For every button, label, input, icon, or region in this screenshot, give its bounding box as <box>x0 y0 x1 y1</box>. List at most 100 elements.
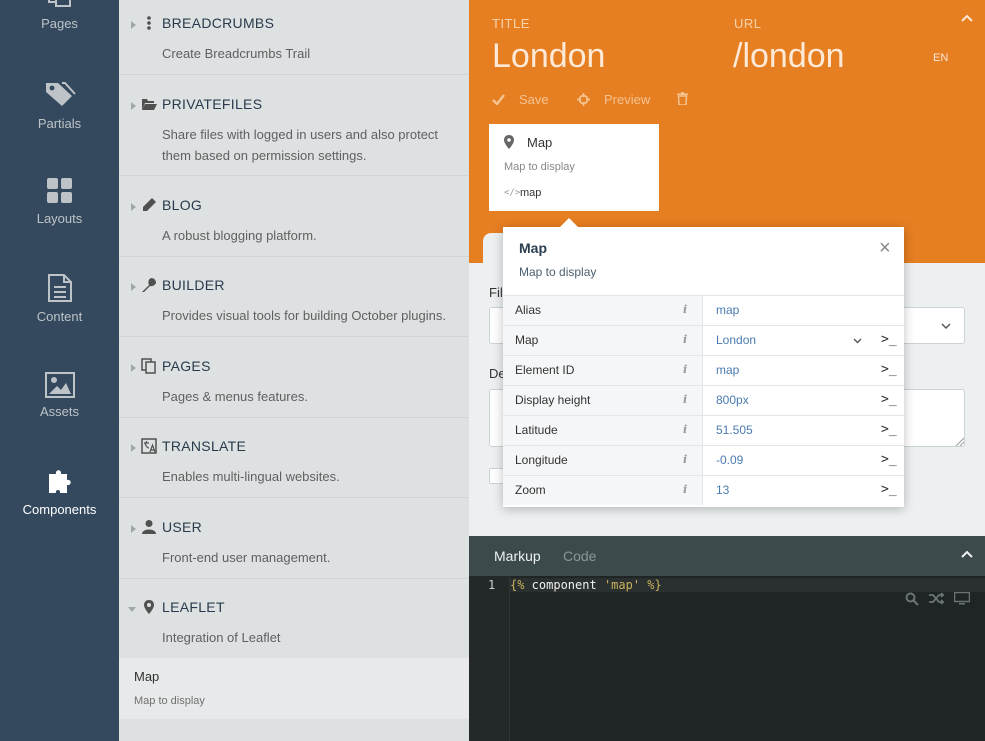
plugin-desc: Enables multi-lingual websites. <box>162 469 340 484</box>
collapse-header-icon[interactable] <box>961 14 973 22</box>
nav-item-partials[interactable]: Partials <box>0 80 119 131</box>
element-id-input[interactable]: map <box>716 363 739 377</box>
dots-vertical-icon <box>147 16 151 30</box>
plugin-desc: Provides visual tools for building Octob… <box>162 308 446 323</box>
nav-label: Components <box>22 502 97 517</box>
save-label: Save <box>519 92 549 107</box>
nav-label: Layouts <box>36 211 83 226</box>
main-nav: Pages Partials Layouts Content Assets Co… <box>0 0 119 741</box>
check-icon <box>492 94 505 105</box>
inspector-table: Alias i map Map i London >_ Element ID i ma… <box>503 295 904 505</box>
plugin-blog[interactable]: BLOG A robust blogging platform. <box>119 197 469 257</box>
plugin-pages[interactable]: PAGES Pages & menus features. <box>119 358 469 418</box>
property-label: Longitude <box>515 453 568 467</box>
expand-caret-icon[interactable] <box>131 102 136 110</box>
search-icon[interactable] <box>905 592 919 606</box>
crosshair-icon <box>577 93 590 106</box>
card-alias: map <box>520 187 542 199</box>
twig-keyword: component <box>524 578 604 592</box>
editor-header: TITLE London URL /london EN Save Preview… <box>469 0 985 263</box>
plugin-name: BLOG <box>162 197 203 213</box>
property-label: Display height <box>515 393 591 407</box>
info-icon[interactable]: i <box>683 333 687 346</box>
inspector-row-element-id: Element ID i map >_ <box>503 355 904 385</box>
plugin-leaflet[interactable]: LEAFLET Integration of Leaflet <box>119 599 469 658</box>
terminal-icon[interactable]: >_ <box>881 422 897 437</box>
map-select[interactable]: London <box>716 333 756 347</box>
inspector-row-longitude: Longitude i -0.09 >_ <box>503 445 904 475</box>
nav-item-pages[interactable]: Pages <box>0 0 119 31</box>
expand-caret-icon[interactable] <box>131 364 136 372</box>
info-icon[interactable]: i <box>683 483 687 496</box>
trash-icon <box>677 92 688 105</box>
expand-caret-icon[interactable] <box>131 444 136 452</box>
url-input[interactable]: /london <box>733 37 845 76</box>
component-name: Map <box>134 669 160 684</box>
map-marker-icon <box>144 600 154 614</box>
latitude-input[interactable]: 51.505 <box>716 423 753 437</box>
close-icon[interactable]: × <box>879 238 891 258</box>
collapse-caret-icon[interactable] <box>128 607 136 612</box>
plugin-privatefiles[interactable]: PRIVATEFILES Share files with logged in … <box>119 96 469 176</box>
property-label: Zoom <box>515 483 546 497</box>
inspector-desc: Map to display <box>519 265 597 279</box>
terminal-icon[interactable]: >_ <box>881 332 897 347</box>
tab-code[interactable]: Code <box>563 548 596 564</box>
zoom-input[interactable]: 13 <box>716 483 729 497</box>
nav-item-assets[interactable]: Assets <box>0 372 119 419</box>
user-icon <box>142 520 156 534</box>
twig-close-tag: %} <box>640 578 662 592</box>
preview-label: Preview <box>604 92 651 107</box>
terminal-icon[interactable]: >_ <box>881 452 897 467</box>
info-icon[interactable]: i <box>683 393 687 406</box>
shuffle-icon[interactable] <box>929 592 944 605</box>
nav-item-layouts[interactable]: Layouts <box>0 177 119 226</box>
nav-item-content[interactable]: Content <box>0 273 119 324</box>
terminal-icon[interactable]: >_ <box>881 392 897 407</box>
title-input[interactable]: London <box>492 37 605 76</box>
code-line-1: {% component 'map' %} <box>510 578 985 592</box>
inspector-row-map: Map i London >_ <box>503 325 904 355</box>
chevron-down-icon <box>941 323 951 330</box>
chevron-down-icon[interactable] <box>853 338 862 344</box>
plugin-builder[interactable]: BUILDER Provides visual tools for buildi… <box>119 277 469 337</box>
language-selector[interactable]: EN <box>933 52 948 64</box>
plugin-name: PAGES <box>162 358 211 374</box>
card-title: Map <box>527 135 553 150</box>
plugin-translate[interactable]: TRANSLATE Enables multi-lingual websites… <box>119 438 469 498</box>
inspector-row-display-height: Display height i 800px >_ <box>503 385 904 415</box>
expand-caret-icon[interactable] <box>131 21 136 29</box>
tab-markup[interactable]: Markup <box>494 548 541 564</box>
code-panel: Markup Code 1 {% component 'map' %} <box>469 536 985 741</box>
title-label: TITLE <box>492 16 530 31</box>
code-tabs: Markup Code <box>469 536 985 576</box>
plugin-user[interactable]: USER Front-end user management. <box>119 519 469 579</box>
property-label: Map <box>515 333 539 347</box>
code-toolbar <box>905 592 970 606</box>
nav-label: Partials <box>37 116 82 131</box>
component-map-item[interactable]: Map Map to display <box>119 658 469 719</box>
collapse-panel-icon[interactable] <box>961 550 973 558</box>
info-icon[interactable]: i <box>683 363 687 376</box>
display-height-input[interactable]: 800px <box>716 393 749 407</box>
info-icon[interactable]: i <box>683 303 687 316</box>
terminal-icon[interactable]: >_ <box>881 362 897 377</box>
nav-label: Content <box>36 309 83 324</box>
nav-item-components[interactable]: Components <box>0 466 119 517</box>
longitude-input[interactable]: -0.09 <box>716 453 743 467</box>
info-icon[interactable]: i <box>683 453 687 466</box>
delete-button[interactable] <box>677 92 688 105</box>
alias-input[interactable]: map <box>716 303 739 317</box>
component-card-map[interactable]: Map Map to display </> map <box>489 124 659 211</box>
monitor-icon[interactable] <box>954 592 970 605</box>
preview-button[interactable]: Preview <box>577 92 650 107</box>
code-editor[interactable]: 1 {% component 'map' %} <box>469 576 985 741</box>
terminal-icon[interactable]: >_ <box>881 482 897 497</box>
expand-caret-icon[interactable] <box>131 525 136 533</box>
expand-caret-icon[interactable] <box>131 283 136 291</box>
save-button[interactable]: Save <box>492 92 549 107</box>
plugin-breadcrumbs[interactable]: BREADCRUMBS Create Breadcrumbs Trail <box>119 15 469 75</box>
expand-caret-icon[interactable] <box>131 203 136 211</box>
info-icon[interactable]: i <box>683 423 687 436</box>
puzzle-icon <box>48 470 71 493</box>
